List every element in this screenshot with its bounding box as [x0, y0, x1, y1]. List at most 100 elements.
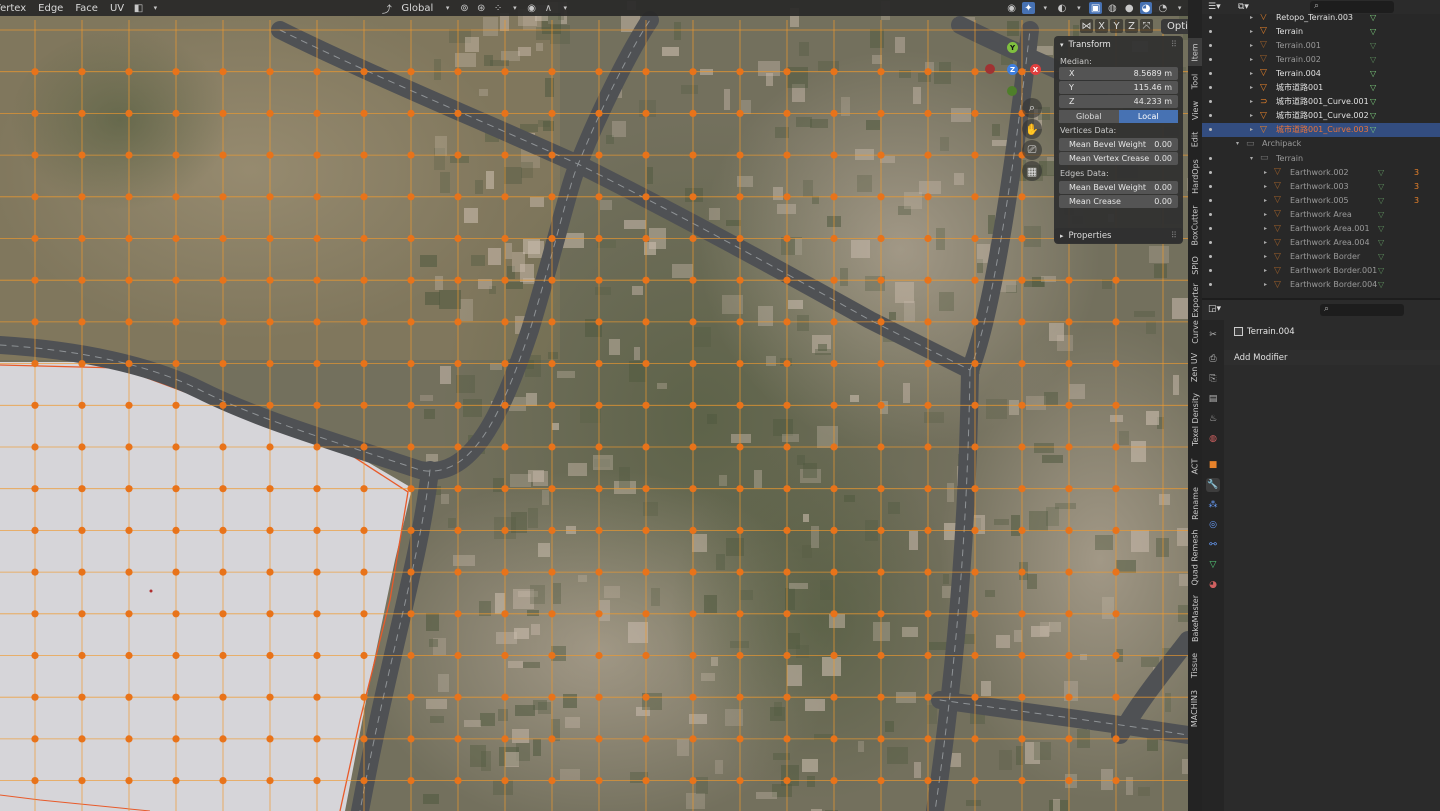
- mesh-vertex[interactable]: [689, 318, 697, 326]
- mesh-vertex[interactable]: [1018, 360, 1026, 368]
- mesh-vertex[interactable]: [830, 68, 838, 76]
- tab-hardops[interactable]: HardOps: [1188, 155, 1202, 197]
- chevron-right-icon[interactable]: ▸: [1250, 126, 1253, 133]
- mesh-vertex[interactable]: [219, 610, 227, 618]
- mesh-vertex[interactable]: [548, 485, 556, 493]
- mesh-vertex[interactable]: [689, 276, 697, 284]
- mesh-vertex[interactable]: [830, 610, 838, 618]
- mesh-vertex[interactable]: [454, 651, 462, 660]
- mesh-vertex[interactable]: [1112, 693, 1120, 701]
- mesh-vertex[interactable]: [219, 360, 227, 368]
- mesh-vertex[interactable]: [548, 401, 556, 409]
- mesh-vertex[interactable]: [971, 485, 979, 493]
- mesh-vertex[interactable]: [877, 568, 885, 576]
- physics-icon[interactable]: ◎: [1206, 518, 1220, 532]
- mesh-vertex[interactable]: [736, 777, 744, 785]
- mesh-vertex[interactable]: [595, 526, 603, 535]
- mesh-vertex[interactable]: [595, 693, 603, 701]
- mesh-vertex[interactable]: [219, 234, 227, 243]
- mesh-vertex[interactable]: [1065, 526, 1073, 535]
- mesh-vertex[interactable]: [1018, 651, 1026, 660]
- mesh-vertex[interactable]: [1018, 526, 1026, 535]
- mesh-vertex[interactable]: [219, 735, 227, 743]
- mesh-vertex[interactable]: [924, 568, 932, 576]
- tab-quad-remesh[interactable]: Quad Remesh: [1188, 527, 1202, 587]
- visibility-dot[interactable]: [1209, 269, 1212, 273]
- mesh-vertex[interactable]: [830, 401, 838, 409]
- mesh-vertex[interactable]: [877, 360, 885, 368]
- uv-sync-icon[interactable]: ◧: [132, 2, 145, 14]
- mesh-vertex[interactable]: [830, 234, 838, 243]
- chevron-down-icon[interactable]: ▾: [441, 2, 454, 14]
- chevron-down-icon[interactable]: ▾: [1173, 2, 1186, 14]
- tab-curve-exporter[interactable]: Curve Exporter: [1188, 282, 1202, 344]
- mesh-vertex[interactable]: [642, 735, 650, 743]
- chevron-right-icon[interactable]: ▾: [1236, 140, 1239, 147]
- mesh-vertex[interactable]: [360, 401, 368, 409]
- mesh-vertex[interactable]: [454, 151, 462, 159]
- mesh-vertex[interactable]: [266, 193, 274, 201]
- mesh-vertex[interactable]: [78, 401, 86, 409]
- mesh-vertex[interactable]: [548, 693, 556, 701]
- pivot-icon[interactable]: ⊚: [458, 2, 471, 14]
- mesh-vertex[interactable]: [877, 610, 885, 618]
- mesh-vertex[interactable]: [501, 193, 509, 201]
- mesh-vertex[interactable]: [971, 109, 979, 117]
- mesh-vertex[interactable]: [172, 68, 180, 76]
- orientation-dropdown[interactable]: Global: [395, 3, 439, 14]
- mesh-vertex[interactable]: [125, 401, 133, 409]
- mesh-vertex[interactable]: [736, 610, 744, 618]
- mesh-vertex[interactable]: [78, 276, 86, 284]
- mesh-vertex[interactable]: [313, 401, 321, 409]
- mesh-vertex[interactable]: [595, 401, 603, 409]
- mesh-vertex[interactable]: [360, 68, 368, 76]
- mesh-vertex[interactable]: [736, 401, 744, 409]
- snap-toggle-icon[interactable]: ⊛: [475, 2, 488, 14]
- ortho-grid-icon[interactable]: ▦: [1022, 161, 1042, 181]
- mesh-vertex[interactable]: [407, 735, 415, 743]
- mesh-vertex[interactable]: [877, 193, 885, 201]
- mesh-vertex[interactable]: [736, 193, 744, 201]
- mesh-vertex[interactable]: [971, 151, 979, 159]
- mesh-vertex[interactable]: [407, 318, 415, 326]
- mesh-vertex[interactable]: [501, 651, 509, 660]
- mesh-vertex[interactable]: [172, 443, 180, 451]
- mesh-vertex[interactable]: [783, 735, 791, 743]
- outliner-row[interactable]: ▸ ⊃ 城市道路001_Curve.001 ▽: [1202, 95, 1440, 109]
- drag-handle-icon[interactable]: ⠿: [1171, 231, 1177, 241]
- mesh-vertex[interactable]: [313, 68, 321, 76]
- mesh-vertex[interactable]: [971, 777, 979, 785]
- mesh-vertex[interactable]: [971, 234, 979, 243]
- outliner-row[interactable]: ▸ ▽ 城市道路001_Curve.002 ▽: [1202, 109, 1440, 123]
- mesh-vertex[interactable]: [689, 360, 697, 368]
- mesh-vertex[interactable]: [830, 443, 838, 451]
- chevron-right-icon[interactable]: ▸: [1264, 211, 1267, 218]
- mesh-vertex[interactable]: [1018, 568, 1026, 576]
- mesh-vertex[interactable]: [642, 318, 650, 326]
- properties-search-input[interactable]: ⌕: [1320, 304, 1404, 316]
- mesh-vertex[interactable]: [830, 109, 838, 117]
- mesh-vertex[interactable]: [172, 485, 180, 493]
- mesh-vertex[interactable]: [595, 568, 603, 576]
- mesh-vertex[interactable]: [360, 276, 368, 284]
- mesh-vertex[interactable]: [783, 276, 791, 284]
- mesh-vertex[interactable]: [125, 693, 133, 701]
- mesh-vertex[interactable]: [219, 318, 227, 326]
- overlay-icon[interactable]: ◐: [1056, 2, 1069, 14]
- mesh-vertex[interactable]: [125, 360, 133, 368]
- mesh-vertex[interactable]: [971, 735, 979, 743]
- mesh-vertex[interactable]: [642, 193, 650, 201]
- mirror-z-button[interactable]: Z: [1125, 19, 1138, 33]
- mesh-vertex[interactable]: [407, 443, 415, 451]
- visibility-dot[interactable]: [1209, 255, 1212, 259]
- mesh-vertex[interactable]: [689, 693, 697, 701]
- edge-crease-field[interactable]: Mean Crease 0.00: [1059, 195, 1178, 208]
- chevron-right-icon[interactable]: ▸: [1250, 42, 1253, 49]
- mesh-vertex[interactable]: [971, 68, 979, 76]
- outliner-row[interactable]: ▸ ▽ Earthwork.005 ▽ 3: [1202, 193, 1440, 207]
- mesh-vertex[interactable]: [313, 693, 321, 701]
- tab-tissue[interactable]: Tissue: [1188, 648, 1202, 682]
- mesh-vertex[interactable]: [454, 443, 462, 451]
- mesh-vertex[interactable]: [407, 276, 415, 284]
- mesh-vertex[interactable]: [266, 151, 274, 159]
